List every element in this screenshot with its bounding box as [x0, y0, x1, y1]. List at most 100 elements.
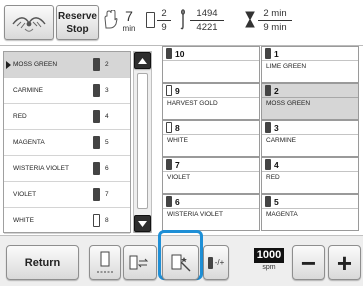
speed-display: 1000 spm	[254, 247, 284, 275]
needle-spool-icon	[166, 48, 172, 59]
needle-spool-icon	[166, 159, 172, 170]
color-sort-button[interactable]	[162, 245, 199, 280]
speed-value: 1000	[254, 248, 284, 263]
color-counter: 2 9	[157, 8, 171, 33]
spool-wand-icon	[171, 254, 190, 271]
color-total: 9	[161, 22, 167, 33]
needle-number: 3	[105, 87, 109, 94]
spool-swap-icon	[129, 255, 149, 269]
current-thread-arrow-icon	[6, 61, 11, 69]
return-button[interactable]: Return	[6, 245, 79, 280]
reserve-stop-button[interactable]: Reserve Stop	[56, 5, 99, 40]
embroidery-screen: Reserve Stop 7 min 2 9 1494 4221 2 min 9…	[0, 0, 363, 286]
thread-list-row[interactable]: WHITE 8	[4, 208, 130, 234]
needle-bar-header: 1	[262, 47, 358, 61]
scroll-thumb[interactable]	[137, 73, 148, 209]
time-total: 9 min	[263, 22, 287, 33]
thread-name: CARMINE	[13, 87, 43, 94]
needle-spool-icon	[265, 122, 271, 133]
return-button-label: Return	[24, 256, 61, 269]
scroll-down-button[interactable]	[134, 215, 151, 232]
thread-spool-icon	[93, 84, 100, 97]
needle-spool-icon	[166, 85, 172, 96]
needle-bar-header: 6	[163, 195, 259, 209]
change-needle-button[interactable]	[123, 245, 157, 280]
time-counter: 2 min 9 min	[258, 8, 292, 33]
needle-bar-header: 2	[262, 84, 358, 98]
needle-bar-cell[interactable]: 8 WHITE	[162, 120, 260, 157]
needle-bar-cell[interactable]: 9 HARVEST GOLD	[162, 83, 260, 120]
remaining-time-unit: min	[122, 24, 136, 33]
arrow-up-icon	[138, 57, 147, 64]
needle-bar-header: 3	[262, 121, 358, 135]
needle-bar-number: 2	[274, 85, 279, 96]
thread-list-row[interactable]: WISTERIA VIOLET 6	[4, 156, 130, 182]
thread-name: RED	[13, 113, 27, 120]
needle-bar-number: 9	[175, 85, 180, 96]
thread-list-row[interactable]: CARMINE 3	[4, 78, 130, 104]
needle-bar-color-name: WISTERIA VIOLET	[167, 211, 223, 218]
thread-name: MOSS GREEN	[13, 61, 58, 68]
needle-bar-number: 4	[274, 159, 279, 170]
needle-bar-number: 5	[274, 196, 279, 207]
needle-bar-number: 3	[274, 122, 279, 133]
minus-label: −	[300, 247, 317, 278]
thread-spool-icon	[93, 188, 100, 201]
minus-plus-small-label: -/+	[214, 258, 225, 267]
thread-list-row[interactable]: MAGENTA 5	[4, 130, 130, 156]
thread-list-row[interactable]: MOSS GREEN 2	[4, 52, 130, 78]
needle-bar-number: 10	[175, 48, 185, 59]
needle-bar-cell[interactable]: 6 WISTERIA VIOLET	[162, 194, 260, 231]
thread-spool-icon	[93, 162, 100, 175]
arrow-down-icon	[138, 220, 147, 227]
needle-spool-icon	[166, 196, 172, 207]
needle-bar-color-name: LIME GREEN	[266, 63, 307, 70]
needle-spool-icon	[166, 122, 172, 133]
thread-name: MAGENTA	[13, 139, 45, 146]
remaining-time-value: 7	[125, 8, 133, 24]
speed-unit: spm	[262, 264, 276, 271]
thread-spool-icon	[93, 110, 100, 123]
needle-bar-color-name: CARMINE	[266, 137, 296, 144]
needle-bar-header: 5	[262, 195, 358, 209]
needle-bar-cell[interactable]: 7 VIOLET	[162, 157, 260, 194]
needle-bar-header: 8	[163, 121, 259, 135]
needle-number: 5	[105, 139, 109, 146]
needle-number: 4	[105, 113, 109, 120]
thread-list-row[interactable]: RED 4	[4, 104, 130, 130]
stitch-current: 1494	[196, 8, 218, 19]
color-current: 2	[161, 8, 167, 19]
thread-trim-button[interactable]	[89, 245, 121, 280]
needle-bar-color-name: MOSS GREEN	[266, 100, 311, 107]
reserve-stop-label-1: Reserve	[58, 11, 97, 22]
needle-number: 7	[105, 191, 109, 198]
speed-minus-button[interactable]: −	[292, 245, 325, 280]
pattern-preview-button[interactable]	[4, 5, 54, 40]
needle-bar-cell[interactable]: 10	[162, 46, 260, 83]
thread-list: MOSS GREEN 2 CARMINE 3 RED 4 MAGENTA 5 WISTERIA …	[3, 51, 131, 234]
needle-bar-color-name: WHITE	[167, 137, 188, 144]
reserve-stop-label-2: Stop	[66, 24, 89, 35]
needle-number: 6	[105, 165, 109, 172]
stitch-total: 4221	[196, 22, 218, 33]
needle-spool-icon	[265, 48, 271, 59]
hand-icon	[101, 9, 119, 31]
needle-bar-number: 1	[274, 48, 279, 59]
needle-bar-cell[interactable]: 4 RED	[261, 157, 359, 194]
needle-bar-cell[interactable]: 2 MOSS GREEN	[261, 83, 359, 120]
speed-adjust-small-button[interactable]: -/+	[203, 245, 229, 280]
needle-bar-cell[interactable]: 5 MAGENTA	[261, 194, 359, 231]
needle-bar-color-name: HARVEST GOLD	[167, 100, 218, 107]
needle-bar-number: 8	[175, 122, 180, 133]
spool-icon	[146, 12, 155, 33]
thread-list-row[interactable]: VIOLET 7	[4, 182, 130, 208]
needle-bar-cell[interactable]: 3 CARMINE	[261, 120, 359, 157]
needle-spool-icon	[265, 159, 271, 170]
needle-bar-cell[interactable]: 1 LIME GREEN	[261, 46, 359, 83]
needle-bar-header: 4	[262, 158, 358, 172]
scroll-up-button[interactable]	[134, 52, 151, 69]
thread-spool-icon	[93, 58, 100, 71]
needle-bar-color-name: MAGENTA	[266, 211, 298, 218]
speed-plus-button[interactable]: +	[328, 245, 361, 280]
thread-name: VIOLET	[13, 191, 37, 198]
